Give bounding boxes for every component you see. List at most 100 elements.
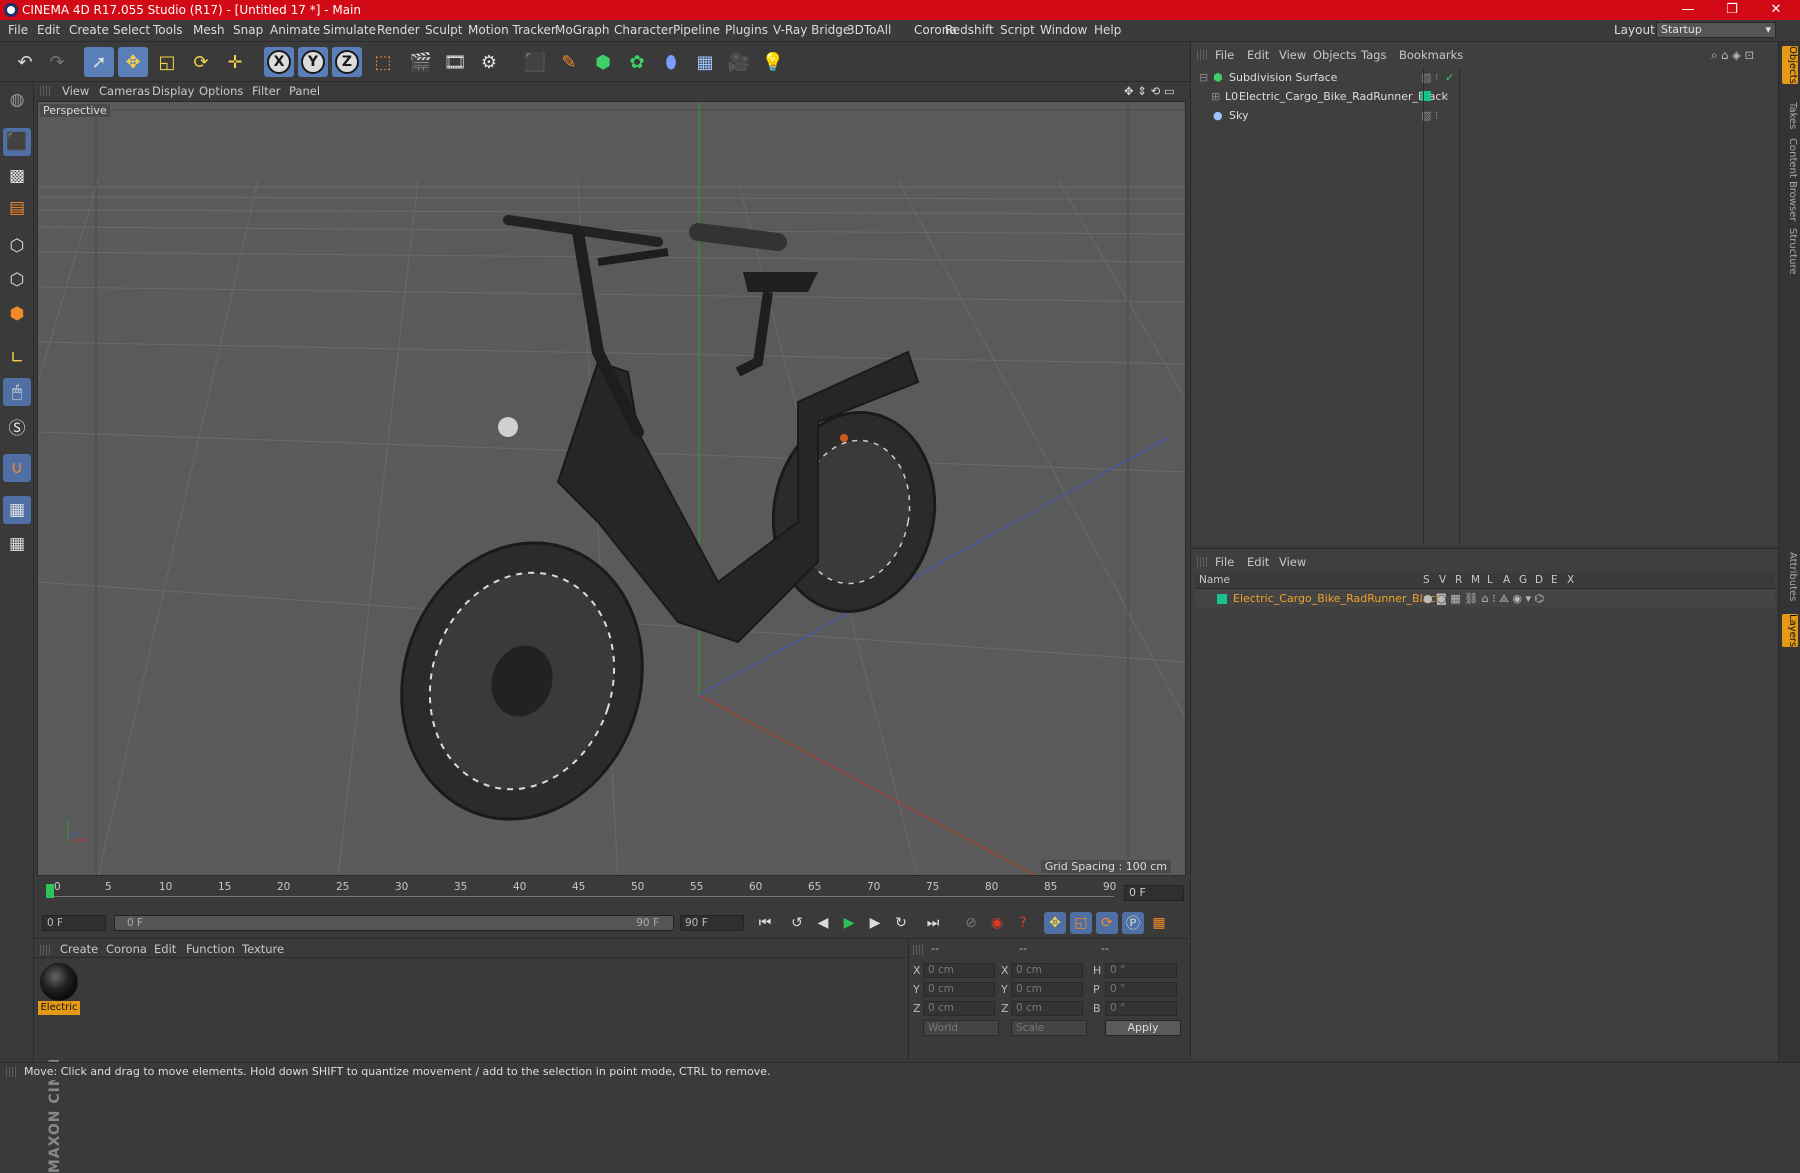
next-frame-icon[interactable]: ▶ xyxy=(864,912,886,934)
menu-render[interactable]: Render xyxy=(377,23,420,37)
column-divider[interactable] xyxy=(1459,68,1460,544)
planar-workplane-icon[interactable]: ▦ xyxy=(3,530,31,558)
panel-grip-icon[interactable] xyxy=(913,945,923,955)
menu-mograph[interactable]: MoGraph xyxy=(555,23,610,37)
coordinate-system-icon[interactable]: ⬚ xyxy=(368,47,398,77)
layer-menu-view[interactable]: View xyxy=(1279,555,1306,569)
camera-icon[interactable]: 🎥 xyxy=(724,47,754,77)
texture-mode-icon[interactable]: ▩ xyxy=(3,162,31,190)
material-thumbnail[interactable] xyxy=(40,963,78,1001)
menu-simulate[interactable]: Simulate xyxy=(323,23,376,37)
layer-column-s[interactable]: S xyxy=(1423,574,1430,586)
tab-objects[interactable]: Objects xyxy=(1782,46,1798,84)
render-settings-icon[interactable]: ⚙ xyxy=(474,47,504,77)
make-editable-icon[interactable]: ◍ xyxy=(3,86,31,114)
menu-file[interactable]: File xyxy=(8,23,28,37)
panel-grip-icon[interactable] xyxy=(1197,50,1207,60)
panel-grip-icon[interactable] xyxy=(6,1067,16,1077)
menu-pipeline[interactable]: Pipeline xyxy=(673,23,720,37)
viewport-menu-view[interactable]: View xyxy=(62,84,89,98)
layout-dropdown[interactable]: Startup ▾ xyxy=(1656,22,1776,38)
previous-key-icon[interactable]: ↺ xyxy=(786,912,808,934)
rotate-tool-icon[interactable]: ⟳ xyxy=(186,47,216,77)
menu-script[interactable]: Script xyxy=(1000,23,1035,37)
maximize-button[interactable]: ❐ xyxy=(1710,0,1754,20)
render-view-icon[interactable]: 🎬 xyxy=(406,47,436,77)
size-y-field[interactable]: 0 cm xyxy=(1011,982,1083,997)
spline-pen-icon[interactable]: ✎ xyxy=(554,47,584,77)
size-x-field[interactable]: 0 cm xyxy=(1011,963,1083,978)
panel-grip-icon[interactable] xyxy=(40,945,50,955)
key-scale-icon[interactable]: ◱ xyxy=(1070,912,1092,934)
viewport-menu-options[interactable]: Options xyxy=(199,84,243,98)
material-menu-corona[interactable]: Corona xyxy=(106,942,147,956)
y-axis-lock-icon[interactable]: Y xyxy=(298,47,328,77)
menu-tools[interactable]: Tools xyxy=(153,23,183,37)
start-frame-field[interactable]: 0 F xyxy=(42,915,106,931)
render-picture-viewer-icon[interactable]: 🎞 xyxy=(440,47,470,77)
panel-grip-icon[interactable] xyxy=(40,86,50,96)
column-divider[interactable] xyxy=(1423,68,1424,544)
tab-structure[interactable]: Structure xyxy=(1782,228,1798,275)
menu-select[interactable]: Select xyxy=(113,23,150,37)
lock-workplane-icon[interactable]: ▦ xyxy=(3,496,31,524)
menu-plugins[interactable]: Plugins xyxy=(725,23,768,37)
minimize-button[interactable]: — xyxy=(1666,0,1710,20)
menu-animate[interactable]: Animate xyxy=(270,23,320,37)
timeline[interactable]: 0 5 10 15 20 25 30 35 40 45 50 55 60 65 … xyxy=(34,876,1188,908)
key-position-icon[interactable]: ✥ xyxy=(1044,912,1066,934)
position-z-field[interactable]: 0 cm xyxy=(923,1001,995,1016)
layer-menu-file[interactable]: File xyxy=(1215,555,1234,569)
coordinate-mode-dropdown[interactable]: World xyxy=(923,1020,999,1036)
menu-create[interactable]: Create xyxy=(69,23,109,37)
viewport-menu-cameras[interactable]: Cameras xyxy=(99,84,150,98)
object-menu-bookmarks[interactable]: Bookmarks xyxy=(1399,48,1463,62)
record-keys-icon[interactable]: ⊘ xyxy=(960,912,982,934)
menu-vray-bridge[interactable]: V-Ray Bridge xyxy=(773,23,850,37)
panel-grip-icon[interactable] xyxy=(1197,557,1207,567)
layer-column-e[interactable]: E xyxy=(1551,574,1558,586)
play-icon[interactable]: ▶ xyxy=(838,912,860,934)
layer-column-l[interactable]: L xyxy=(1487,574,1493,586)
layer-row[interactable]: Electric_Cargo_Bike_RadRunner_Black ● ◙ … xyxy=(1195,590,1775,607)
object-row[interactable]: ⊟ ⬢ Subdivision Surface ▨ ⁝ ✓ xyxy=(1195,68,1775,87)
undo-icon[interactable]: ↶ xyxy=(10,47,40,77)
subdivision-surface-icon[interactable]: ⬢ xyxy=(588,47,618,77)
layer-column-v[interactable]: V xyxy=(1439,574,1446,586)
object-menu-tags[interactable]: Tags xyxy=(1361,48,1386,62)
menu-edit[interactable]: Edit xyxy=(37,23,60,37)
menu-help[interactable]: Help xyxy=(1094,23,1121,37)
end-frame-field[interactable]: 90 F xyxy=(680,915,744,931)
layer-menu-edit[interactable]: Edit xyxy=(1247,555,1269,569)
key-parameter-icon[interactable]: Ⓟ xyxy=(1122,912,1144,934)
object-menu-file[interactable]: File xyxy=(1215,48,1234,62)
live-selection-icon[interactable]: ➚ xyxy=(84,47,114,77)
layer-column-r[interactable]: R xyxy=(1455,574,1462,586)
x-axis-lock-icon[interactable]: X xyxy=(264,47,294,77)
next-key-icon[interactable]: ↻ xyxy=(890,912,912,934)
cube-icon[interactable]: ⬛ xyxy=(520,47,550,77)
menu-snap[interactable]: Snap xyxy=(233,23,263,37)
frame-range-slider[interactable]: 0 F 90 F xyxy=(114,915,674,931)
redo-icon[interactable]: ↷ xyxy=(42,47,72,77)
polygons-mode-icon[interactable]: ⬢ xyxy=(3,300,31,328)
object-manager-search-icon[interactable]: ⌕ ⌂ ◈ ⊡ xyxy=(1711,48,1754,63)
material-menu-function[interactable]: Function xyxy=(186,942,235,956)
keyframe-selection-icon[interactable]: ? xyxy=(1012,912,1034,934)
menu-3dtoall[interactable]: 3DToAll xyxy=(847,23,891,37)
rotation-b-field[interactable]: 0 ° xyxy=(1105,1001,1177,1016)
points-mode-icon[interactable]: ⬡ xyxy=(3,232,31,260)
layer-color-swatch[interactable] xyxy=(1217,594,1227,604)
menu-redshift[interactable]: Redshift xyxy=(945,23,994,37)
3d-viewport[interactable]: Perspective Grid Spacing : 100 cm xyxy=(37,101,1186,876)
viewport-menu-display[interactable]: Display xyxy=(152,84,194,98)
material-label[interactable]: Electric xyxy=(38,1001,80,1015)
expand-icon[interactable]: ⊞ xyxy=(1211,87,1220,106)
edges-mode-icon[interactable]: ⬡ xyxy=(3,266,31,294)
magnet-icon[interactable]: ∪ xyxy=(3,454,31,482)
viewport-menu-filter[interactable]: Filter xyxy=(252,84,280,98)
object-menu-view[interactable]: View xyxy=(1279,48,1306,62)
playhead-marker[interactable] xyxy=(46,884,54,898)
timeline-ruler[interactable]: 0 5 10 15 20 25 30 35 40 45 50 55 60 65 … xyxy=(46,881,1116,904)
tab-attributes[interactable]: Attributes xyxy=(1782,552,1798,601)
